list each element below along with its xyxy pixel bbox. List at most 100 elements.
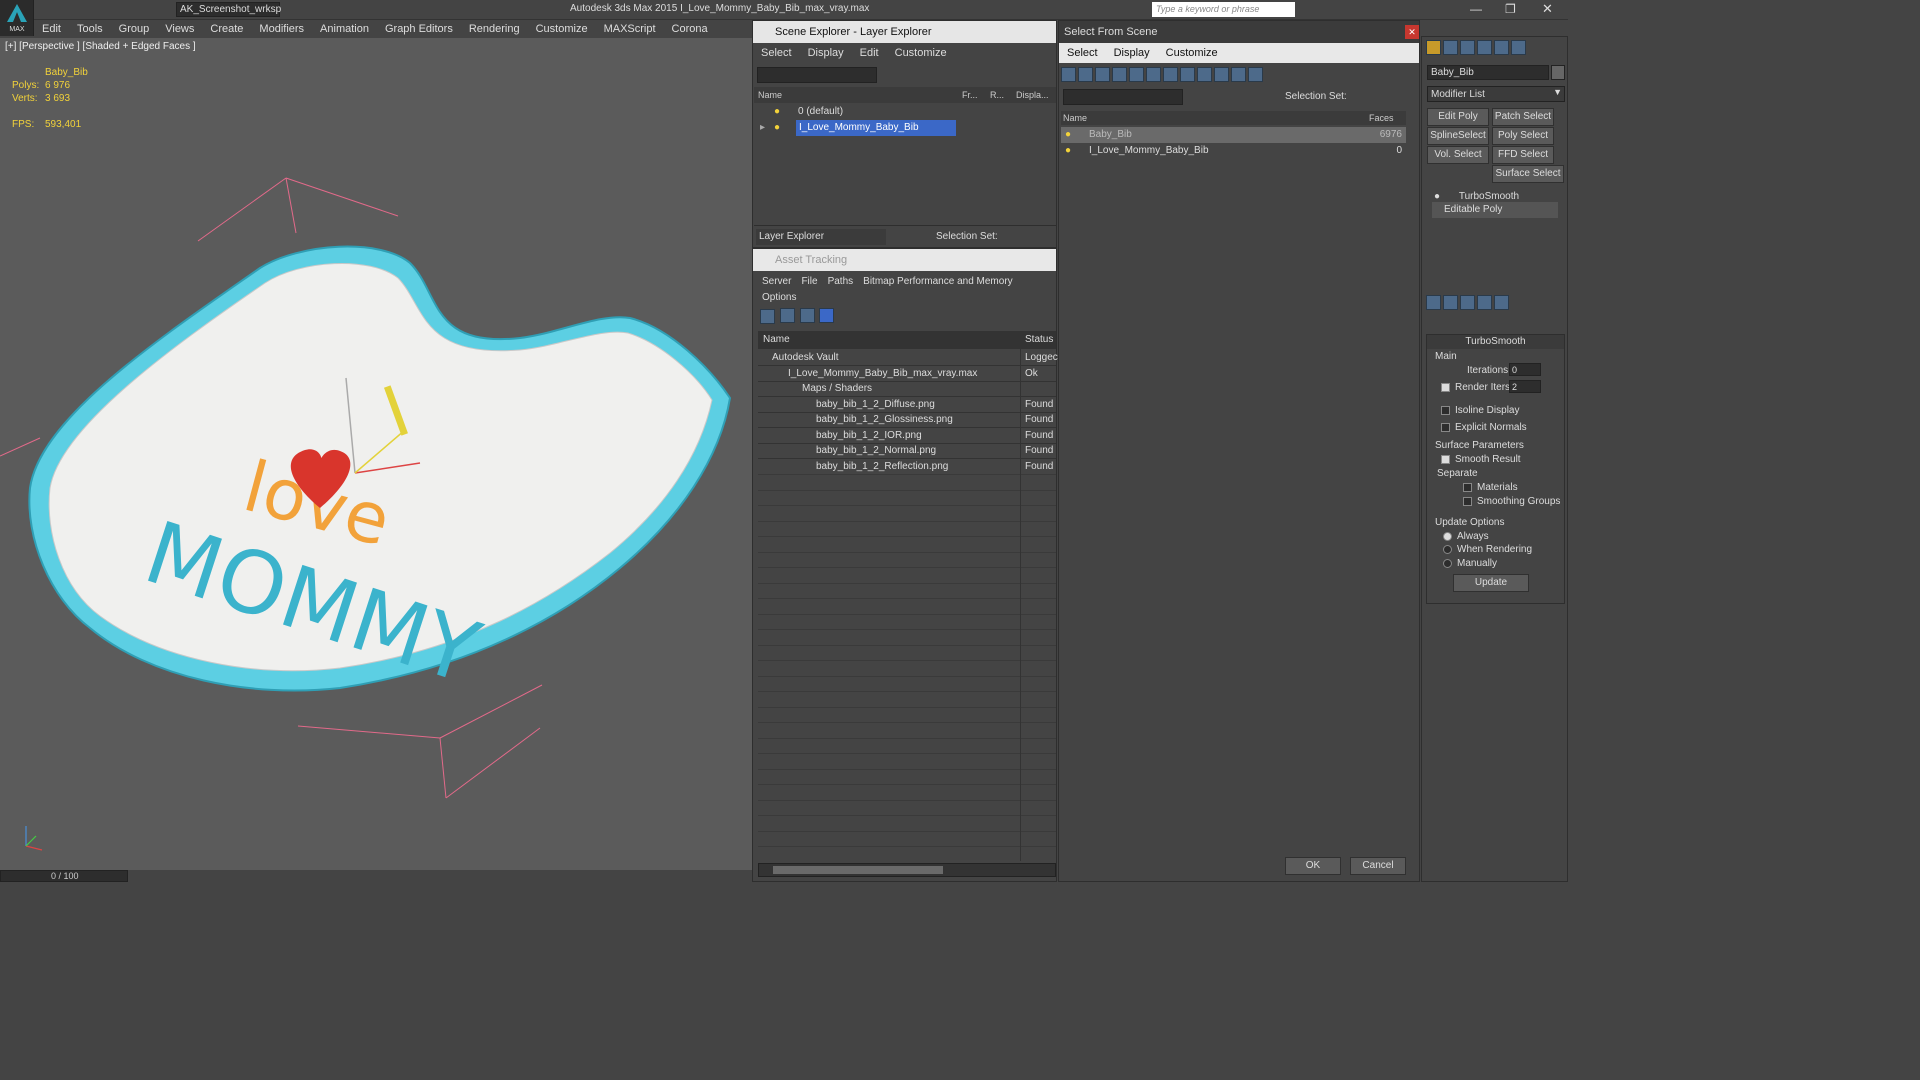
bib-model[interactable]: I love MOMMY bbox=[0, 38, 752, 870]
minimize-icon[interactable]: — bbox=[1470, 2, 1482, 16]
app-logo[interactable]: MAX bbox=[0, 0, 34, 36]
asset-row[interactable]: baby_bib_1_2_Reflection.png Found bbox=[758, 459, 1056, 475]
stack-item-editable-poly[interactable]: Editable Poly bbox=[1432, 202, 1558, 218]
modifier-button[interactable]: Vol. Select bbox=[1427, 146, 1489, 164]
materials-checkbox[interactable] bbox=[1463, 482, 1472, 492]
asset-tracking-menu-item[interactable]: Options bbox=[757, 290, 801, 306]
menu-item[interactable]: Edit bbox=[34, 20, 69, 38]
configure-sets-icon[interactable] bbox=[1494, 295, 1509, 310]
asset-row[interactable]: baby_bib_1_2_Glossiness.png Found bbox=[758, 412, 1056, 428]
column-freeze[interactable]: Fr... bbox=[962, 87, 978, 103]
display-groups-icon[interactable] bbox=[1163, 67, 1178, 82]
refresh-icon[interactable] bbox=[760, 309, 775, 324]
menu-item[interactable]: Graph Editors bbox=[377, 20, 461, 38]
menu-item[interactable]: Group bbox=[111, 20, 158, 38]
display-helpers-icon[interactable] bbox=[1129, 67, 1144, 82]
list-icon[interactable] bbox=[779, 308, 795, 323]
modifier-button[interactable]: Poly Select bbox=[1492, 127, 1554, 145]
modifier-button[interactable]: SplineSelect bbox=[1427, 127, 1489, 145]
modifier-button[interactable]: Edit Poly bbox=[1427, 108, 1489, 126]
light-bulb-icon[interactable]: ● bbox=[1434, 191, 1440, 202]
column-display[interactable]: Displa... bbox=[1016, 87, 1049, 103]
menu-item[interactable]: Tools bbox=[69, 20, 111, 38]
menu-item[interactable]: Rendering bbox=[461, 20, 528, 38]
select-from-scene-title[interactable]: Select From Scene bbox=[1059, 21, 1419, 43]
asset-tracking-menu-item[interactable]: Bitmap Performance and Memory bbox=[858, 274, 1018, 290]
asset-tracking-title[interactable]: Asset Tracking bbox=[753, 249, 1056, 271]
display-shapes-icon[interactable] bbox=[1078, 67, 1093, 82]
smooth-result-checkbox[interactable] bbox=[1441, 454, 1450, 464]
select-column-faces[interactable]: Faces bbox=[1369, 111, 1394, 125]
modifier-button[interactable]: FFD Select bbox=[1492, 146, 1554, 164]
column-render[interactable]: R... bbox=[990, 87, 1004, 103]
search-input[interactable]: Type a keyword or phrase bbox=[1152, 2, 1295, 17]
select-search-input[interactable] bbox=[1063, 89, 1183, 105]
asset-row[interactable]: I_Love_Mommy_Baby_Bib_max_vray.max Ok bbox=[758, 366, 1056, 382]
column-name[interactable]: Name bbox=[758, 87, 782, 103]
always-radio[interactable] bbox=[1443, 531, 1452, 541]
layer-explorer-dropdown[interactable]: Layer Explorer bbox=[756, 229, 886, 245]
update-button[interactable]: Update bbox=[1453, 574, 1529, 592]
render-iters-spinner[interactable]: 2 bbox=[1509, 380, 1541, 393]
rollout-title[interactable]: TurboSmooth bbox=[1427, 335, 1564, 349]
close-icon[interactable]: ✕ bbox=[1542, 1, 1553, 17]
menu-item[interactable]: Corona bbox=[664, 20, 716, 38]
display-bones-icon[interactable] bbox=[1197, 67, 1212, 82]
asset-row[interactable]: baby_bib_1_2_Diffuse.png Found bbox=[758, 397, 1056, 413]
display-xrefs-icon[interactable] bbox=[1180, 67, 1195, 82]
create-tab-icon[interactable] bbox=[1426, 40, 1441, 55]
modifier-button[interactable]: Patch Select bbox=[1492, 108, 1554, 126]
scene-explorer-menu-item[interactable]: Edit bbox=[852, 43, 887, 63]
explicit-normals-checkbox[interactable] bbox=[1441, 422, 1450, 432]
workspace-dropdown[interactable]: AK_Screenshot_wrksp bbox=[176, 2, 281, 17]
modifier-button[interactable]: Surface Select bbox=[1492, 165, 1564, 183]
asset-row[interactable]: baby_bib_1_2_IOR.png Found bbox=[758, 428, 1056, 444]
asset-tracking-menu-item[interactable]: Paths bbox=[823, 274, 859, 290]
object-color-swatch[interactable] bbox=[1551, 65, 1565, 80]
object-name-field[interactable]: Baby_Bib bbox=[1427, 65, 1549, 80]
layer-row[interactable]: ● 0 (default) bbox=[754, 104, 1056, 120]
modify-tab-icon[interactable] bbox=[1443, 40, 1458, 55]
ok-button[interactable]: OK bbox=[1285, 857, 1341, 875]
scene-explorer-menu-item[interactable]: Display bbox=[800, 43, 852, 63]
maximize-icon[interactable]: ❐ bbox=[1505, 2, 1516, 16]
display-containers-icon[interactable] bbox=[1214, 67, 1229, 82]
menu-item[interactable]: Views bbox=[157, 20, 202, 38]
manually-radio[interactable] bbox=[1443, 558, 1452, 568]
iterations-spinner[interactable]: 0 bbox=[1509, 363, 1541, 376]
select-from-scene-menu-item[interactable]: Customize bbox=[1158, 43, 1226, 63]
smoothing-groups-checkbox[interactable] bbox=[1463, 496, 1472, 506]
time-slider[interactable]: 0 / 100 bbox=[0, 870, 128, 882]
select-row[interactable]: ● I_Love_Mommy_Baby_Bib 0 bbox=[1061, 143, 1406, 159]
select-row[interactable]: ● Baby_Bib 6976 bbox=[1061, 127, 1406, 143]
select-from-scene-menu-item[interactable]: Display bbox=[1106, 43, 1158, 63]
display-tab-icon[interactable] bbox=[1494, 40, 1509, 55]
display-spacewarps-icon[interactable] bbox=[1146, 67, 1161, 82]
image-icon[interactable] bbox=[799, 308, 815, 323]
isoline-display-checkbox[interactable] bbox=[1441, 405, 1450, 415]
when-rendering-radio[interactable] bbox=[1443, 544, 1452, 554]
viewport-perspective[interactable]: [+] [Perspective ] [Shaded + Edged Faces… bbox=[0, 38, 752, 870]
scene-explorer-menu-item[interactable]: Customize bbox=[887, 43, 955, 63]
display-lights-icon[interactable] bbox=[1095, 67, 1110, 82]
layer-row[interactable]: ▸ ● I_Love_Mommy_Baby_Bib bbox=[754, 120, 1056, 136]
pin-stack-icon[interactable] bbox=[1426, 295, 1441, 310]
dialog-close-button[interactable]: ✕ bbox=[1405, 25, 1419, 39]
select-column-name[interactable]: Name bbox=[1063, 111, 1087, 125]
asset-row[interactable]: baby_bib_1_2_Normal.png Found bbox=[758, 443, 1056, 459]
display-hidden-icon[interactable] bbox=[1248, 67, 1263, 82]
display-cameras-icon[interactable] bbox=[1112, 67, 1127, 82]
hierarchy-tab-icon[interactable] bbox=[1460, 40, 1475, 55]
menu-item[interactable]: Animation bbox=[312, 20, 377, 38]
motion-tab-icon[interactable] bbox=[1477, 40, 1492, 55]
display-frozen-icon[interactable] bbox=[1231, 67, 1246, 82]
menu-item[interactable]: Customize bbox=[528, 20, 596, 38]
asset-row[interactable]: Autodesk Vault Loggec bbox=[758, 350, 1058, 366]
select-from-scene-menu-item[interactable]: Select bbox=[1059, 43, 1106, 63]
grid-icon[interactable] bbox=[819, 308, 835, 323]
utilities-tab-icon[interactable] bbox=[1511, 40, 1526, 55]
asset-column-status[interactable]: Status bbox=[1025, 331, 1053, 349]
asset-row[interactable]: Maps / Shaders bbox=[758, 381, 1056, 397]
asset-horizontal-scrollbar[interactable] bbox=[758, 863, 1056, 877]
menu-item[interactable]: Modifiers bbox=[251, 20, 312, 38]
